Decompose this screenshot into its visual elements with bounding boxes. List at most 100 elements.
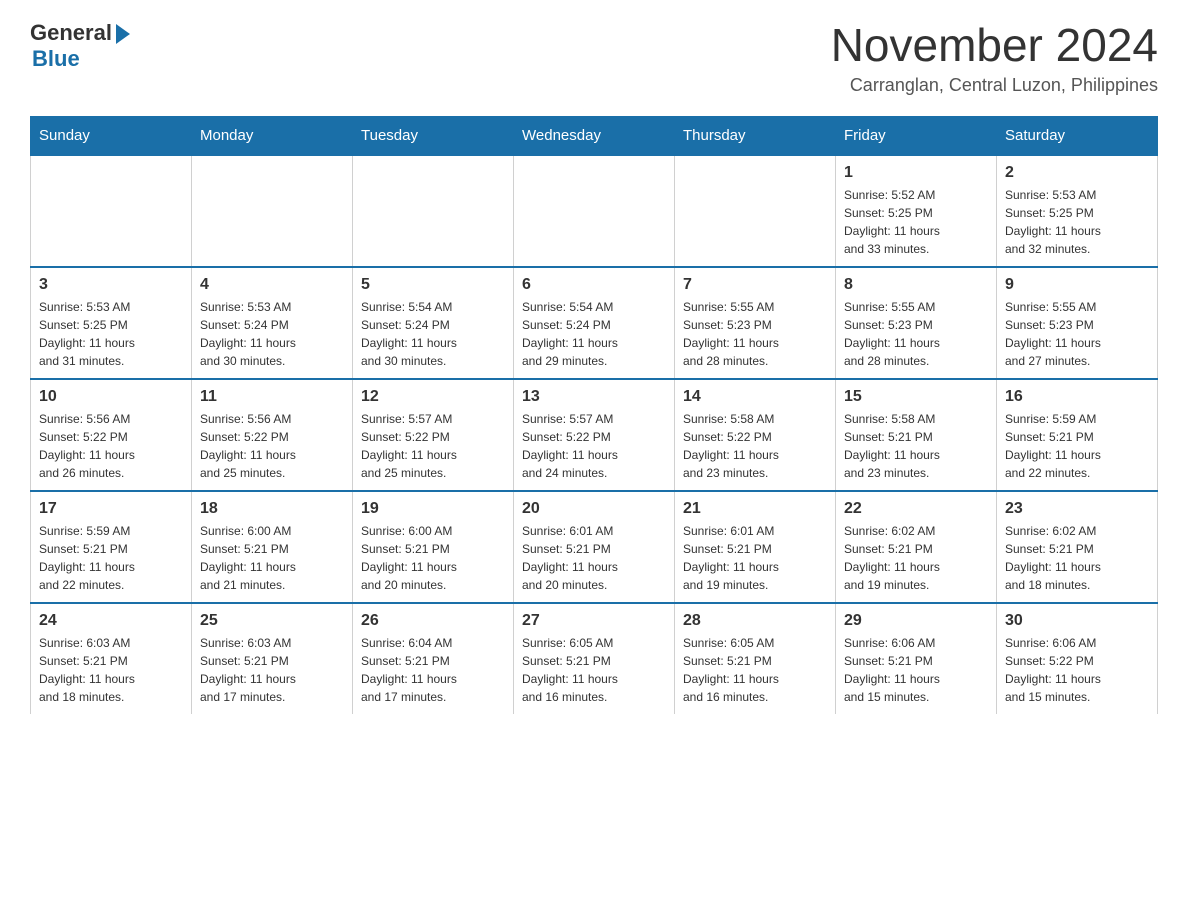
header-monday: Monday [192, 116, 353, 155]
day-number: 12 [361, 388, 505, 406]
table-row: 19 Sunrise: 6:00 AM Sunset: 5:21 PM Dayli… [353, 491, 514, 603]
day-info: Sunrise: 5:59 AM Sunset: 5:21 PM Dayligh… [1005, 410, 1149, 482]
header-tuesday: Tuesday [353, 116, 514, 155]
day-number: 9 [1005, 276, 1149, 294]
day-info: Sunrise: 6:06 AM Sunset: 5:22 PM Dayligh… [1005, 634, 1149, 706]
calendar-body: 1 Sunrise: 5:52 AM Sunset: 5:25 PM Daylig… [31, 155, 1158, 714]
day-number: 21 [683, 500, 827, 518]
header-sunday: Sunday [31, 116, 192, 155]
day-number: 2 [1005, 164, 1149, 182]
day-info: Sunrise: 6:00 AM Sunset: 5:21 PM Dayligh… [361, 522, 505, 594]
day-info: Sunrise: 5:59 AM Sunset: 5:21 PM Dayligh… [39, 522, 183, 594]
day-info: Sunrise: 6:01 AM Sunset: 5:21 PM Dayligh… [522, 522, 666, 594]
calendar-week-row: 17 Sunrise: 5:59 AM Sunset: 5:21 PM Dayli… [31, 491, 1158, 603]
header-friday: Friday [836, 116, 997, 155]
day-info: Sunrise: 5:58 AM Sunset: 5:21 PM Dayligh… [844, 410, 988, 482]
calendar-header: Sunday Monday Tuesday Wednesday Thursday… [31, 116, 1158, 155]
table-row: 12Sunrise: 5:57 AM Sunset: 5:22 PM Dayli… [353, 379, 514, 491]
day-number: 13 [522, 388, 666, 406]
table-row: 22 Sunrise: 6:02 AM Sunset: 5:21 PM Dayli… [836, 491, 997, 603]
table-row: 23Sunrise: 6:02 AM Sunset: 5:21 PM Dayli… [997, 491, 1158, 603]
day-info: Sunrise: 6:00 AM Sunset: 5:21 PM Dayligh… [200, 522, 344, 594]
day-number: 3 [39, 276, 183, 294]
calendar-week-row: 3 Sunrise: 5:53 AM Sunset: 5:25 PM Daylig… [31, 267, 1158, 379]
day-number: 15 [844, 388, 988, 406]
table-row: 3 Sunrise: 5:53 AM Sunset: 5:25 PM Daylig… [31, 267, 192, 379]
logo-general-text: General [30, 20, 112, 46]
page-header: General Blue November 2024 Carranglan, C… [30, 20, 1158, 96]
table-row: 9 Sunrise: 5:55 AM Sunset: 5:23 PM Daylig… [997, 267, 1158, 379]
day-number: 7 [683, 276, 827, 294]
table-row: 14 Sunrise: 5:58 AM Sunset: 5:22 PM Dayli… [675, 379, 836, 491]
table-row: 10Sunrise: 5:56 AM Sunset: 5:22 PM Dayli… [31, 379, 192, 491]
table-row: 30 Sunrise: 6:06 AM Sunset: 5:22 PM Dayli… [997, 603, 1158, 714]
table-row [353, 155, 514, 267]
day-number: 4 [200, 276, 344, 294]
day-info: Sunrise: 6:05 AM Sunset: 5:21 PM Dayligh… [683, 634, 827, 706]
day-info: Sunrise: 6:02 AM Sunset: 5:21 PM Dayligh… [1005, 522, 1149, 594]
header-wednesday: Wednesday [514, 116, 675, 155]
day-info: Sunrise: 5:54 AM Sunset: 5:24 PM Dayligh… [361, 298, 505, 370]
table-row: 27Sunrise: 6:05 AM Sunset: 5:21 PM Dayli… [514, 603, 675, 714]
day-number: 25 [200, 612, 344, 630]
day-info: Sunrise: 6:05 AM Sunset: 5:21 PM Dayligh… [522, 634, 666, 706]
day-number: 17 [39, 500, 183, 518]
table-row: 25 Sunrise: 6:03 AM Sunset: 5:21 PM Dayli… [192, 603, 353, 714]
table-row: 5 Sunrise: 5:54 AM Sunset: 5:24 PM Daylig… [353, 267, 514, 379]
logo: General Blue [30, 20, 130, 72]
day-number: 26 [361, 612, 505, 630]
day-info: Sunrise: 5:54 AM Sunset: 5:24 PM Dayligh… [522, 298, 666, 370]
day-number: 28 [683, 612, 827, 630]
day-info: Sunrise: 5:53 AM Sunset: 5:25 PM Dayligh… [39, 298, 183, 370]
table-row: 20 Sunrise: 6:01 AM Sunset: 5:21 PM Dayli… [514, 491, 675, 603]
table-row: 28 Sunrise: 6:05 AM Sunset: 5:21 PM Dayli… [675, 603, 836, 714]
day-number: 8 [844, 276, 988, 294]
day-info: Sunrise: 6:04 AM Sunset: 5:21 PM Dayligh… [361, 634, 505, 706]
day-info: Sunrise: 6:03 AM Sunset: 5:21 PM Dayligh… [200, 634, 344, 706]
day-info: Sunrise: 6:06 AM Sunset: 5:21 PM Dayligh… [844, 634, 988, 706]
day-info: Sunrise: 5:55 AM Sunset: 5:23 PM Dayligh… [1005, 298, 1149, 370]
table-row [192, 155, 353, 267]
day-info: Sunrise: 5:58 AM Sunset: 5:22 PM Dayligh… [683, 410, 827, 482]
table-row [514, 155, 675, 267]
logo-blue-text: Blue [32, 46, 80, 72]
table-row: 2Sunrise: 5:53 AM Sunset: 5:25 PM Daylig… [997, 155, 1158, 267]
title-section: November 2024 Carranglan, Central Luzon,… [831, 20, 1158, 96]
day-info: Sunrise: 6:02 AM Sunset: 5:21 PM Dayligh… [844, 522, 988, 594]
table-row: 17 Sunrise: 5:59 AM Sunset: 5:21 PM Dayli… [31, 491, 192, 603]
day-info: Sunrise: 5:55 AM Sunset: 5:23 PM Dayligh… [844, 298, 988, 370]
day-number: 14 [683, 388, 827, 406]
day-info: Sunrise: 6:01 AM Sunset: 5:21 PM Dayligh… [683, 522, 827, 594]
day-number: 1 [844, 164, 988, 182]
day-info: Sunrise: 5:55 AM Sunset: 5:23 PM Dayligh… [683, 298, 827, 370]
table-row: 11Sunrise: 5:56 AM Sunset: 5:22 PM Dayli… [192, 379, 353, 491]
calendar-week-row: 10Sunrise: 5:56 AM Sunset: 5:22 PM Dayli… [31, 379, 1158, 491]
table-row: 26 Sunrise: 6:04 AM Sunset: 5:21 PM Dayli… [353, 603, 514, 714]
table-row: 16 Sunrise: 5:59 AM Sunset: 5:21 PM Dayli… [997, 379, 1158, 491]
day-number: 19 [361, 500, 505, 518]
header-saturday: Saturday [997, 116, 1158, 155]
day-number: 18 [200, 500, 344, 518]
day-info: Sunrise: 6:03 AM Sunset: 5:21 PM Dayligh… [39, 634, 183, 706]
day-number: 22 [844, 500, 988, 518]
day-info: Sunrise: 5:53 AM Sunset: 5:24 PM Dayligh… [200, 298, 344, 370]
day-number: 30 [1005, 612, 1149, 630]
table-row: 24 Sunrise: 6:03 AM Sunset: 5:21 PM Dayli… [31, 603, 192, 714]
table-row: 29Sunrise: 6:06 AM Sunset: 5:21 PM Dayli… [836, 603, 997, 714]
day-info: Sunrise: 5:56 AM Sunset: 5:22 PM Dayligh… [200, 410, 344, 482]
header-thursday: Thursday [675, 116, 836, 155]
table-row: 18 Sunrise: 6:00 AM Sunset: 5:21 PM Dayli… [192, 491, 353, 603]
day-info: Sunrise: 5:57 AM Sunset: 5:22 PM Dayligh… [522, 410, 666, 482]
day-number: 16 [1005, 388, 1149, 406]
day-number: 20 [522, 500, 666, 518]
table-row [675, 155, 836, 267]
table-row [31, 155, 192, 267]
calendar-week-row: 1 Sunrise: 5:52 AM Sunset: 5:25 PM Daylig… [31, 155, 1158, 267]
header-row: Sunday Monday Tuesday Wednesday Thursday… [31, 116, 1158, 155]
day-info: Sunrise: 5:52 AM Sunset: 5:25 PM Dayligh… [844, 186, 988, 258]
table-row: 8 Sunrise: 5:55 AM Sunset: 5:23 PM Daylig… [836, 267, 997, 379]
day-number: 5 [361, 276, 505, 294]
calendar-week-row: 24 Sunrise: 6:03 AM Sunset: 5:21 PM Dayli… [31, 603, 1158, 714]
table-row: 6Sunrise: 5:54 AM Sunset: 5:24 PM Daylig… [514, 267, 675, 379]
day-number: 24 [39, 612, 183, 630]
